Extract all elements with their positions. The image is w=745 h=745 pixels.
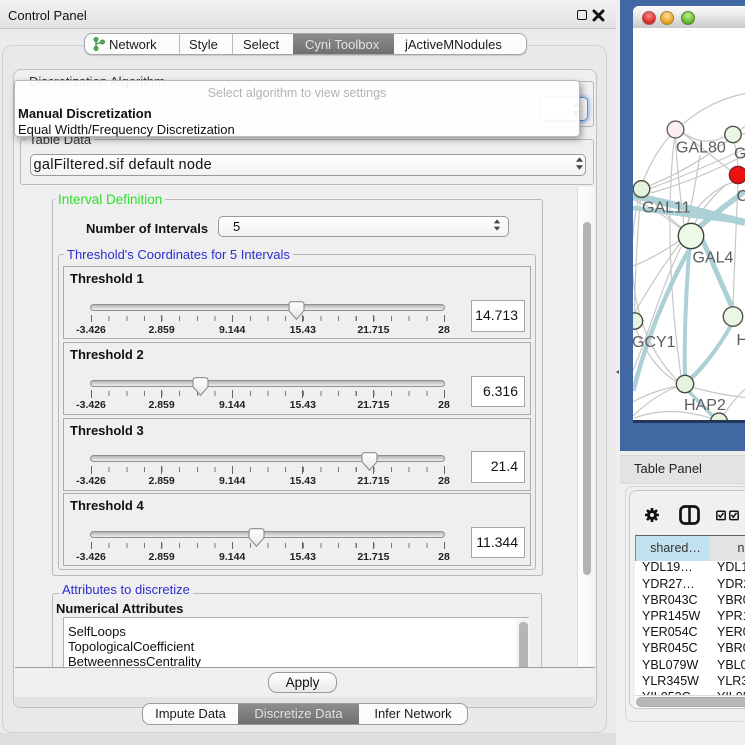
svg-text:GCY1: GCY1 <box>633 334 676 351</box>
svg-text:HIS4: HIS4 <box>737 332 745 349</box>
svg-text:CDC1: CDC1 <box>737 188 745 205</box>
svg-text:GAL80: GAL80 <box>676 140 726 157</box>
svg-text:HAP2: HAP2 <box>684 397 726 414</box>
svg-text:GAL2: GAL2 <box>734 146 745 163</box>
svg-text:GAL11: GAL11 <box>642 200 691 217</box>
svg-text:GAL4: GAL4 <box>693 250 734 267</box>
